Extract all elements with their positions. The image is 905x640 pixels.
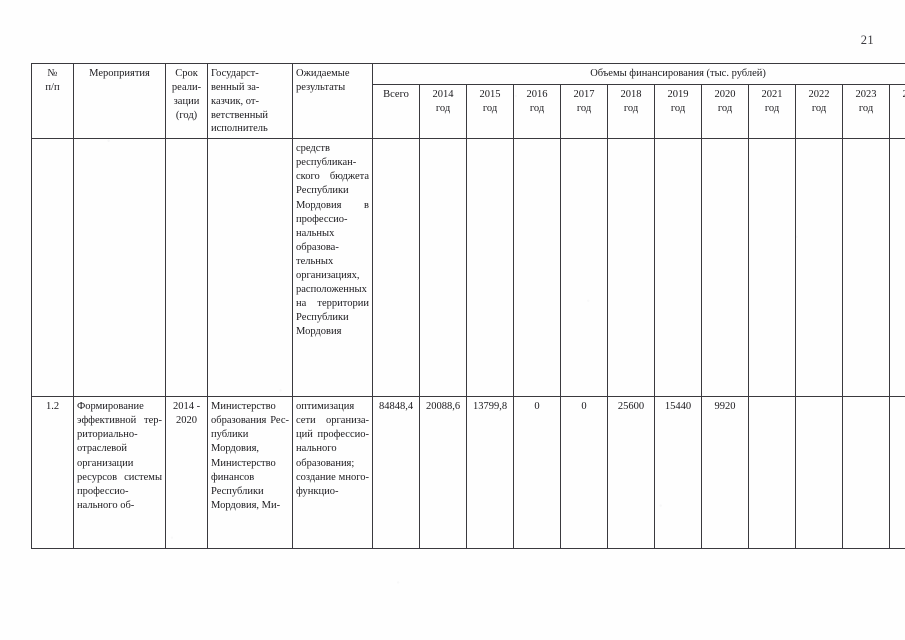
column-header-event-label: Мероприятия: [89, 68, 150, 79]
year-suffix-2015: год: [482, 103, 498, 115]
cell-result: средств республикан­ского бюджета Респуб…: [292, 138, 373, 398]
column-header-customer-line3: казчик, от-: [211, 95, 259, 107]
cell-total: 84848,4: [372, 396, 420, 550]
column-header-result-line2: результаты: [296, 81, 346, 93]
table-row: средств республикан­ского бюджета Респуб…: [31, 138, 905, 398]
cell-year-2019: 15440: [654, 396, 702, 550]
cell-year-2015: 13799,8: [466, 396, 514, 550]
column-header-result-line1: Ожидаемые: [296, 68, 350, 79]
column-header-customer-line1: Государст-: [211, 68, 259, 79]
table-body: средств республикан­ского бюджета Респуб…: [31, 138, 905, 550]
cell-year-2017: 0: [560, 396, 608, 550]
cell-total: [372, 138, 420, 398]
column-header-event: Мероприятия: [73, 62, 166, 140]
column-header-financing-group: Объемы финансирования (тыс. рублей): [371, 63, 905, 85]
cell-index: 1.2: [31, 396, 74, 550]
cell-term: [165, 138, 208, 398]
cell-term: 2014 - 2020: [165, 396, 208, 550]
column-header-term-line4: (год): [175, 109, 198, 121]
cell-year-2019: [654, 138, 702, 398]
year-suffix-2018: год: [623, 103, 639, 115]
column-header-term-line3: зации: [173, 95, 200, 107]
year-value-2017: 2017: [573, 89, 595, 100]
cell-result: оптимиза­ция сети организа­ций про­фесси…: [292, 396, 373, 550]
cell-year-2023: [842, 138, 890, 398]
cell-customer: Министер­ство образо­вания Рес­публики М…: [207, 396, 293, 550]
cell-year-2024: [889, 138, 905, 398]
column-header-index: № п/п: [31, 62, 74, 140]
column-header-year-2018: 2018 год: [607, 83, 655, 140]
year-suffix-2016: год: [529, 103, 545, 115]
cell-year-2022: [795, 396, 843, 550]
header-row-group: № п/п Мероприятия Срок реали- зации (год…: [31, 62, 905, 140]
year-value-2021: 2021: [761, 89, 783, 100]
column-header-year-2014: 2014 год: [419, 83, 467, 140]
column-header-year-2023: 2023 год: [842, 83, 890, 140]
year-value-2018: 2018: [620, 89, 642, 100]
column-header-total: Всего: [372, 83, 420, 140]
cell-event: Формирова­ние эффек­тивной тер­риториаль…: [73, 396, 166, 550]
column-header-year-2016: 2016 год: [513, 83, 561, 140]
cell-year-2016: [513, 138, 561, 398]
column-header-index-line1: №: [47, 68, 58, 79]
cell-year-2024: [889, 396, 905, 550]
cell-year-2016: 0: [513, 396, 561, 550]
year-suffix-2023: год: [858, 103, 874, 115]
column-header-result: Ожидаемые результаты: [292, 62, 373, 140]
cell-year-2014: [419, 138, 467, 398]
year-value-2020: 2020: [714, 89, 736, 100]
financing-plan-table: № п/п Мероприятия Срок реали- зации (год…: [31, 62, 905, 550]
year-suffix-2020: год: [717, 103, 733, 115]
year-suffix-2014: год: [435, 103, 451, 115]
cell-customer: [207, 138, 293, 398]
year-suffix-2024: год: [893, 102, 905, 116]
column-header-term: Срок реали- зации (год): [165, 62, 208, 140]
year-suffix-2017: год: [576, 103, 592, 115]
column-header-customer: Государст- венный за- казчик, от- ветств…: [207, 62, 293, 140]
cell-year-2017: [560, 138, 608, 398]
cell-year-2018: [607, 138, 655, 398]
cell-year-2015: [466, 138, 514, 398]
column-header-year-2017: 2017 год: [560, 83, 608, 140]
column-header-year-2020: 2020 год: [701, 83, 749, 140]
column-header-index-line2: п/п: [45, 81, 60, 93]
year-suffix-2022: год: [811, 103, 827, 115]
year-value-2022: 2022: [808, 89, 830, 100]
year-value-2023: 2023: [855, 89, 877, 100]
column-header-term-line2: реали-: [171, 81, 202, 93]
year-suffix-2021: год: [764, 103, 780, 115]
column-header-year-2019: 2019 год: [654, 83, 702, 140]
table-header: № п/п Мероприятия Срок реали- зации (год…: [31, 62, 905, 140]
page-number: 21: [860, 33, 874, 47]
cell-year-2022: [795, 138, 843, 398]
cell-year-2021: [748, 138, 796, 398]
cell-year-2020: [701, 138, 749, 398]
cell-year-2018: 25600: [607, 396, 655, 550]
column-header-customer-line4: ветственный: [211, 109, 268, 121]
year-value-2014: 2014: [432, 89, 454, 100]
cell-year-2020: 9920: [701, 396, 749, 550]
cell-index: [31, 138, 74, 398]
column-header-term-line1: Срок: [175, 68, 198, 79]
column-header-year-2021: 2021 год: [748, 83, 796, 140]
year-value-2016: 2016: [526, 89, 548, 100]
column-header-customer-line5: исполнитель: [211, 123, 268, 135]
year-value-2015: 2015: [479, 89, 501, 100]
year-value-2024: 2024: [893, 88, 905, 102]
cell-year-2014: 20088,6: [419, 396, 467, 550]
cell-event: [73, 138, 166, 398]
year-suffix-2019: год: [670, 103, 686, 115]
column-header-year-2015: 2015 год: [466, 83, 514, 140]
cell-year-2021: [748, 396, 796, 550]
column-header-year-2022: 2022 год: [795, 83, 843, 140]
column-header-year-2024: 2024 год: [889, 83, 905, 140]
table-row: 1.2 Формирова­ние эффек­тивной тер­ритор…: [31, 396, 905, 550]
column-header-customer-line2: венный за-: [211, 81, 260, 93]
cell-year-2023: [842, 396, 890, 550]
year-value-2019: 2019: [667, 89, 689, 100]
